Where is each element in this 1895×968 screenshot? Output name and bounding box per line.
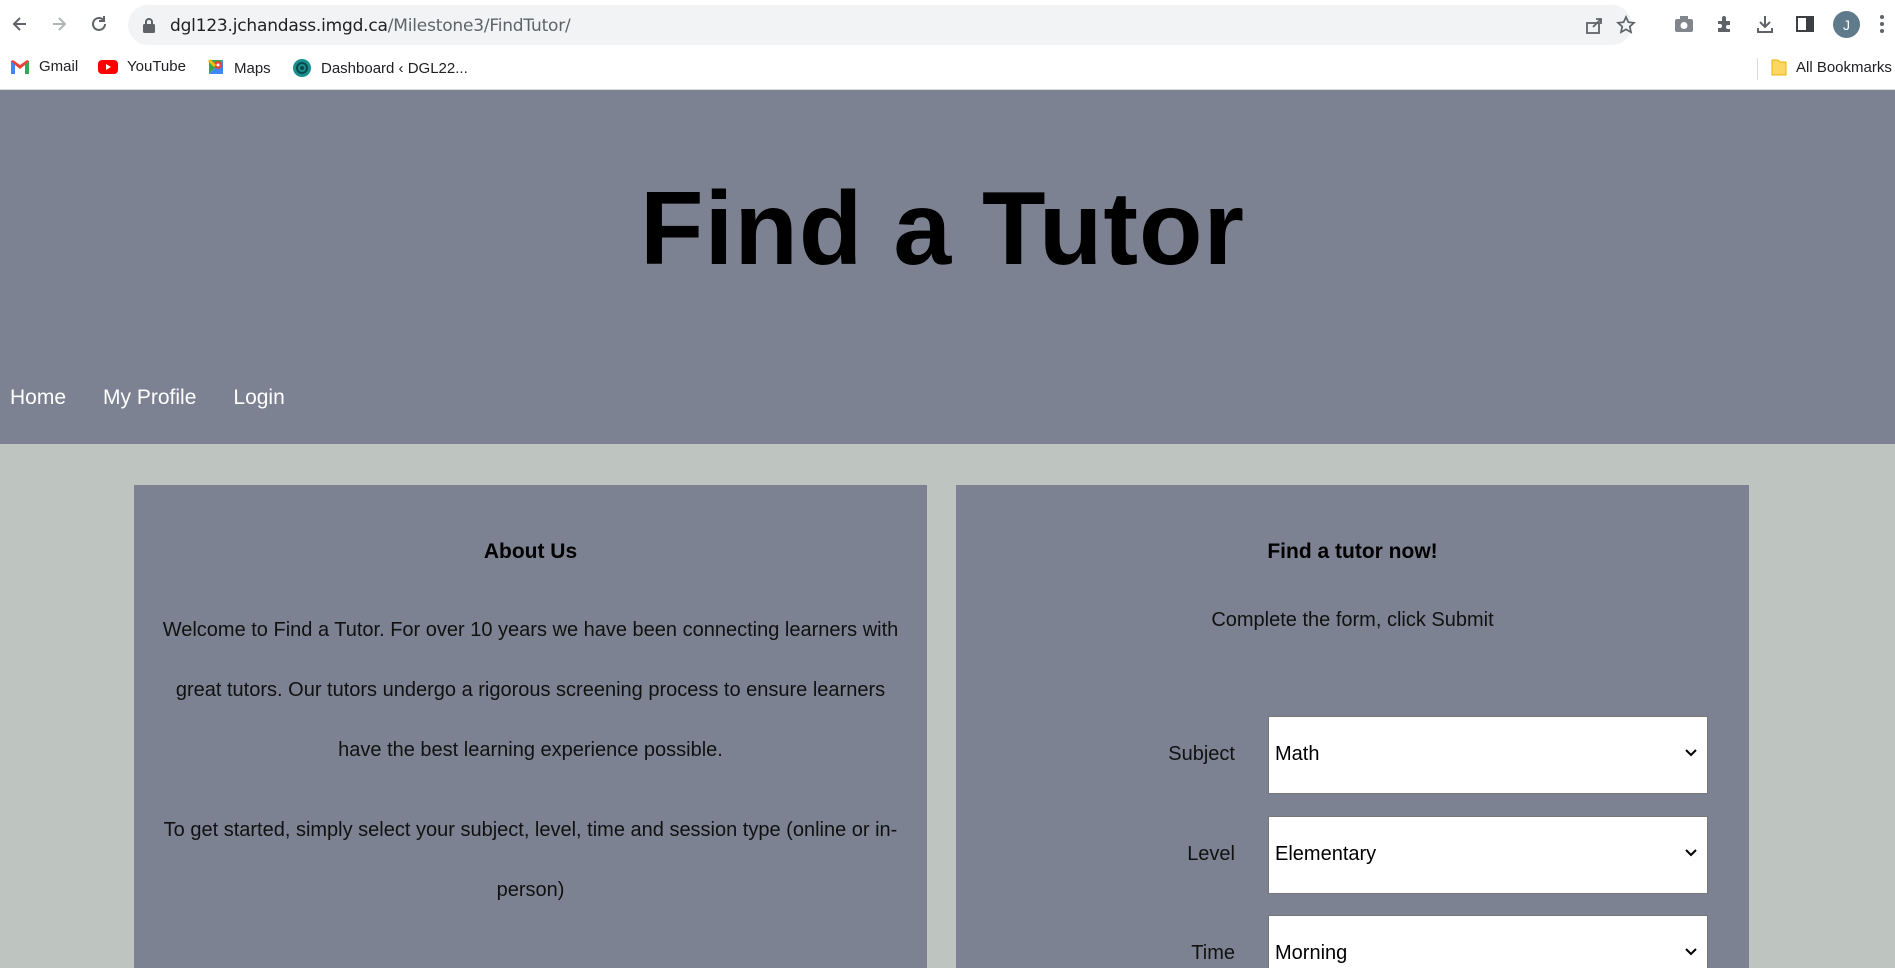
site-nav: Home My Profile Login [10,386,285,410]
bookmark-youtube[interactable]: YouTube [98,58,186,75]
url-text[interactable]: dgl123.jchandass.imgd.ca/Milestone3/Find… [170,16,571,36]
about-text: Welcome to Find a Tutor. For over 10 yea… [162,600,899,920]
subject-row: Subject Math [956,716,1749,794]
extensions-icon[interactable] [1713,12,1737,36]
bookmark-star-icon[interactable] [1616,14,1636,35]
lock-icon[interactable] [142,17,156,38]
web-page: Find a Tutor Home My Profile Login About… [0,90,1895,968]
share-icon[interactable] [1584,15,1604,35]
form-heading: Find a tutor now! [1267,540,1438,563]
subject-select[interactable]: Math [1268,716,1708,794]
profile-avatar[interactable]: J [1833,11,1860,38]
reload-icon[interactable] [85,10,113,38]
dashboard-icon [293,59,311,77]
time-select[interactable]: Morning [1268,915,1708,968]
all-bookmarks-label: All Bookmarks [1796,58,1892,76]
url-host: dgl123.jchandass.imgd.ca [170,16,388,36]
camera-icon[interactable] [1672,12,1696,36]
chevron-down-icon [1685,749,1697,757]
nav-home[interactable]: Home [10,386,66,410]
level-select[interactable]: Elementary [1268,816,1708,894]
form-intro: Complete the form, click Submit [1211,609,1494,631]
site-title: Find a Tutor [639,171,1246,287]
level-row: Level Elementary [956,816,1749,894]
time-value: Morning [1275,942,1348,964]
time-label: Time [1191,942,1235,964]
subject-label: Subject [1168,743,1235,765]
folder-icon [1771,59,1787,76]
site-header: Find a Tutor Home My Profile Login [0,90,1895,444]
level-label: Level [1187,843,1235,865]
find-tutor-panel: Find a tutor now! Complete the form, cli… [956,485,1749,968]
menu-dots-icon[interactable] [1870,12,1894,36]
bookmark-separator [1757,58,1758,80]
download-icon[interactable] [1753,12,1777,36]
bookmark-label: YouTube [127,58,186,75]
time-row: Time Morning [956,915,1749,968]
forward-icon[interactable] [45,10,73,38]
about-panel: About Us Welcome to Find a Tutor. For ov… [134,485,927,968]
url-path: /Milestone3/FindTutor/ [387,16,571,36]
about-paragraph-2: To get started, simply select your subje… [163,819,898,901]
bookmark-gmail[interactable]: Gmail [10,58,78,75]
all-bookmarks[interactable]: All Bookmarks [1771,58,1892,76]
chevron-down-icon [1685,948,1697,956]
bookmark-label: Gmail [39,58,79,75]
gmail-icon [11,59,29,74]
level-value: Elementary [1275,843,1377,865]
subject-value: Math [1275,743,1320,765]
bookmark-dashboard[interactable]: Dashboard ‹ DGL22... [292,58,468,78]
chevron-down-icon [1685,849,1697,857]
youtube-icon [98,59,118,74]
nav-my-profile[interactable]: My Profile [103,386,196,410]
address-bar[interactable]: dgl123.jchandass.imgd.ca/Milestone3/Find… [128,5,1636,45]
browser-toolbar: dgl123.jchandass.imgd.ca/Milestone3/Find… [0,0,1895,48]
side-panel-icon[interactable] [1793,12,1817,36]
about-heading: About Us [483,540,578,563]
maps-icon [207,58,223,74]
bookmark-label: Maps [234,59,271,77]
bookmark-label: Dashboard ‹ DGL22... [321,59,468,77]
bookmark-maps[interactable]: Maps [207,58,271,78]
nav-login[interactable]: Login [233,386,284,410]
bookmarks-bar: Gmail YouTube Maps Dashboard ‹ DGL22... … [0,48,1895,90]
back-icon[interactable] [6,10,34,38]
about-paragraph-1: Welcome to Find a Tutor. For over 10 yea… [162,619,899,761]
